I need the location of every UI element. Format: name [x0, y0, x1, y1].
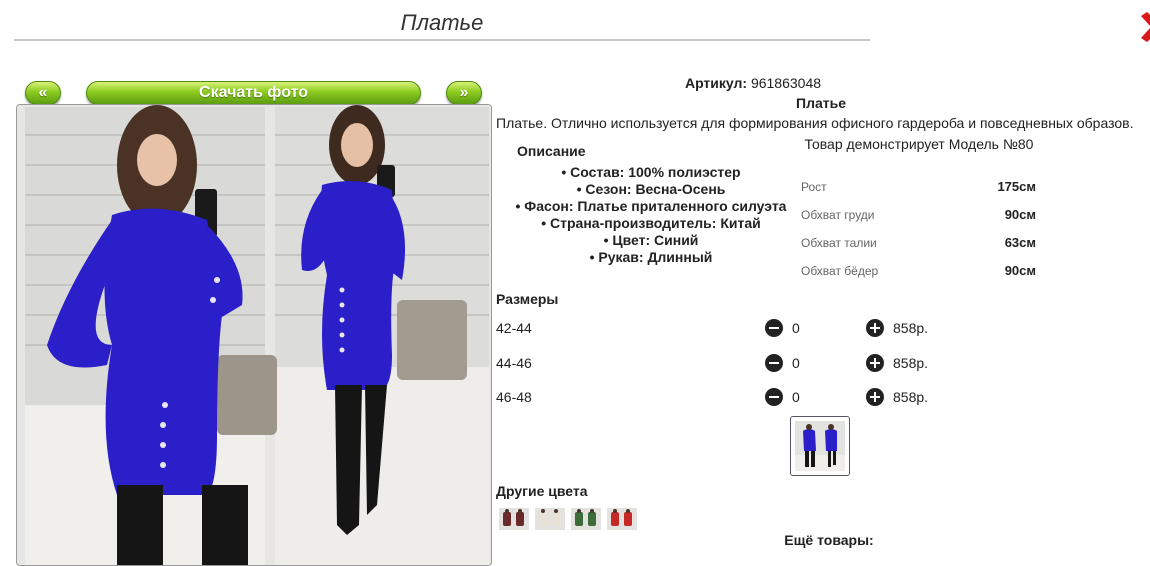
description-item: • Сезон: Весна-Осень [576, 181, 726, 197]
color-variant-thumbnail[interactable] [571, 508, 601, 530]
plus-icon[interactable] [866, 388, 884, 406]
size-price: 858р. [893, 355, 929, 371]
size-price: 858р. [893, 389, 929, 405]
description-item: • Цвет: Синий [603, 232, 699, 248]
size-price: 858р. [893, 320, 929, 336]
color-variant-thumbnail[interactable] [499, 508, 529, 530]
other-colors-title: Другие цвета [496, 483, 588, 499]
sku-value: 961863048 [750, 75, 822, 91]
quantity-value: 0 [792, 320, 800, 336]
product-name: Платье [796, 95, 846, 111]
size-label: 42-44 [496, 320, 532, 336]
waist-label: Обхват талии [801, 236, 877, 250]
description-item: • Фасон: Платье приталенного силуэта [515, 198, 787, 214]
prev-photo-button[interactable]: « [25, 81, 61, 105]
plus-icon[interactable] [866, 319, 884, 337]
description-title: Описание [517, 143, 586, 159]
sku: Артикул: 961863048 [496, 75, 1010, 91]
description-list: • Состав: 100% полиэстер • Сезон: Весна-… [496, 164, 806, 266]
quantity-value: 0 [792, 389, 800, 405]
bust-label: Обхват груди [801, 208, 875, 222]
product-intro: Платье. Отлично используется для формиро… [496, 115, 1134, 131]
quantity-value: 0 [792, 355, 800, 371]
description-item: • Состав: 100% полиэстер [561, 164, 741, 180]
height-value: 175см [997, 179, 1036, 194]
color-variant-thumbnail[interactable] [607, 508, 637, 530]
hips-label: Обхват бёдер [801, 264, 879, 278]
sku-label: Артикул: [684, 75, 748, 91]
color-variant-thumbnail[interactable] [535, 508, 565, 530]
model-title: Товар демонстрирует Модель №80 [804, 136, 1034, 152]
more-products-title: Ещё товары: [784, 532, 874, 548]
size-label: 44-46 [496, 355, 532, 371]
minus-icon[interactable] [765, 319, 783, 337]
download-photo-button[interactable]: Скачать фото [86, 81, 421, 105]
waist-value: 63см [1004, 235, 1036, 250]
plus-icon[interactable] [866, 354, 884, 372]
bust-value: 90см [1004, 207, 1036, 222]
page-title: Платье [400, 10, 484, 35]
close-icon[interactable] [1137, 12, 1150, 42]
minus-icon[interactable] [765, 354, 783, 372]
title-divider [14, 39, 870, 41]
size-label: 46-48 [496, 389, 532, 405]
description-item: • Страна-производитель: Китай [541, 215, 761, 231]
minus-icon[interactable] [765, 388, 783, 406]
next-photo-button[interactable]: » [446, 81, 482, 105]
description-item: • Рукав: Длинный [589, 249, 713, 265]
product-photo [16, 104, 492, 566]
height-label: Рост [801, 180, 827, 194]
hips-value: 90см [1004, 263, 1036, 278]
photo-thumbnail[interactable] [790, 416, 850, 476]
sizes-title: Размеры [496, 291, 559, 307]
